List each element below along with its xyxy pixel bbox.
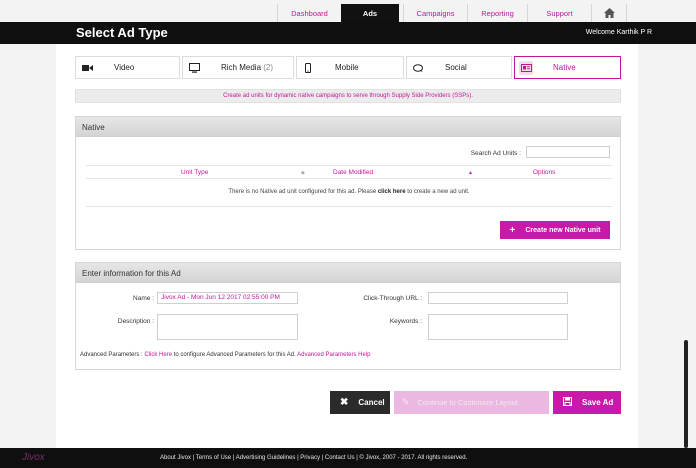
- ad-type-label: Video: [114, 63, 135, 72]
- ad-type-social[interactable]: Social: [406, 56, 512, 79]
- continue-customize-layout-button[interactable]: ✎ Continue to Customize Layout: [394, 391, 549, 414]
- advanced-click-here-link[interactable]: Click Here: [144, 352, 172, 358]
- scrollbar[interactable]: [684, 340, 688, 448]
- page-title: Select Ad Type: [76, 25, 168, 40]
- native-info-line: Create ad units for dynamic native campa…: [75, 89, 621, 103]
- tab-reporting[interactable]: Reporting: [467, 4, 527, 22]
- close-icon: ✖: [340, 397, 349, 408]
- keywords-field[interactable]: [428, 314, 568, 340]
- welcome-text: Welcome Karthik P R: [585, 29, 652, 36]
- advanced-parameters-line: Advanced Parameters : Click Here to conf…: [80, 352, 371, 358]
- ad-type-rich-media[interactable]: Rich Media (2): [182, 56, 294, 79]
- search-ad-units-input[interactable]: [526, 146, 610, 158]
- keywords-label: Keywords :: [389, 318, 422, 325]
- ad-info-title: Enter information for this Ad: [76, 263, 620, 283]
- save-disk-icon: [563, 397, 572, 408]
- tab-ads[interactable]: Ads: [341, 4, 399, 22]
- sort-icon[interactable]: ◆: [301, 170, 305, 176]
- ad-type-label: Social: [445, 63, 467, 72]
- ad-type-mobile[interactable]: Mobile: [296, 56, 404, 79]
- chat-bubble-icon: [411, 61, 425, 75]
- ad-type-video[interactable]: Video: [75, 56, 180, 79]
- jivox-logo: Jivox: [22, 452, 45, 463]
- title-bar: Select Ad Type Welcome Karthik P R: [0, 22, 696, 44]
- description-field[interactable]: [157, 314, 298, 340]
- search-label: Search Ad Units :: [470, 150, 521, 157]
- native-panel: Native Search Ad Units : Unit Type ◆ Dat…: [75, 116, 621, 250]
- pencil-icon: ✎: [402, 397, 410, 407]
- id-card-icon: [519, 61, 533, 75]
- column-options: Options: [533, 169, 556, 176]
- mobile-icon: [301, 61, 315, 75]
- column-unit-type[interactable]: Unit Type: [181, 169, 208, 176]
- sort-asc-icon[interactable]: ▲: [468, 170, 473, 176]
- click-through-url-label: Click-Through URL :: [363, 295, 422, 302]
- tab-campaigns[interactable]: Campaigns: [403, 4, 467, 22]
- tab-dashboard[interactable]: Dashboard: [277, 4, 341, 22]
- cancel-button[interactable]: ✖ Cancel: [330, 391, 390, 414]
- click-here-link[interactable]: click here: [378, 189, 406, 195]
- monitor-icon: [187, 61, 201, 75]
- save-ad-button[interactable]: Save Ad: [553, 391, 621, 414]
- top-nav: Dashboard Ads Campaigns Reporting Suppor…: [0, 0, 696, 22]
- column-date-modified[interactable]: Date Modified: [333, 169, 373, 176]
- create-native-unit-button[interactable]: + Create new Native unit: [500, 221, 610, 239]
- click-through-url-field[interactable]: [428, 292, 568, 304]
- footer: Jivox About Jivox | Terms of Use | Adver…: [0, 448, 696, 468]
- plus-icon: +: [509, 224, 516, 236]
- video-camera-icon: [80, 61, 94, 75]
- ad-type-native[interactable]: Native: [514, 56, 621, 79]
- divider: [86, 206, 612, 207]
- empty-units-message: There is no Native ad unit configured fo…: [228, 189, 470, 195]
- ad-type-label: Rich Media (2): [221, 63, 274, 72]
- units-table-header: Unit Type ◆ Date Modified ▲ Options: [86, 165, 612, 179]
- name-field[interactable]: Jivox Ad - Mon Jun 12 2017 02:55:00 PM: [157, 292, 298, 304]
- footer-links[interactable]: About Jivox | Terms of Use | Advertising…: [160, 455, 467, 461]
- ad-type-label: Mobile: [335, 63, 359, 72]
- ad-type-label: Native: [553, 63, 576, 72]
- ad-type-selector: Video Rich Media (2) Mobile Social Nativ…: [75, 56, 621, 79]
- advanced-help-link[interactable]: Advanced Parameters Help: [297, 352, 370, 358]
- ad-info-panel: Enter information for this Ad Name : Jiv…: [75, 262, 621, 370]
- home-icon[interactable]: [591, 4, 627, 22]
- native-panel-title: Native: [76, 117, 620, 137]
- tab-support[interactable]: Support: [527, 4, 591, 22]
- name-label: Name :: [133, 295, 154, 302]
- description-label: Description :: [117, 318, 154, 325]
